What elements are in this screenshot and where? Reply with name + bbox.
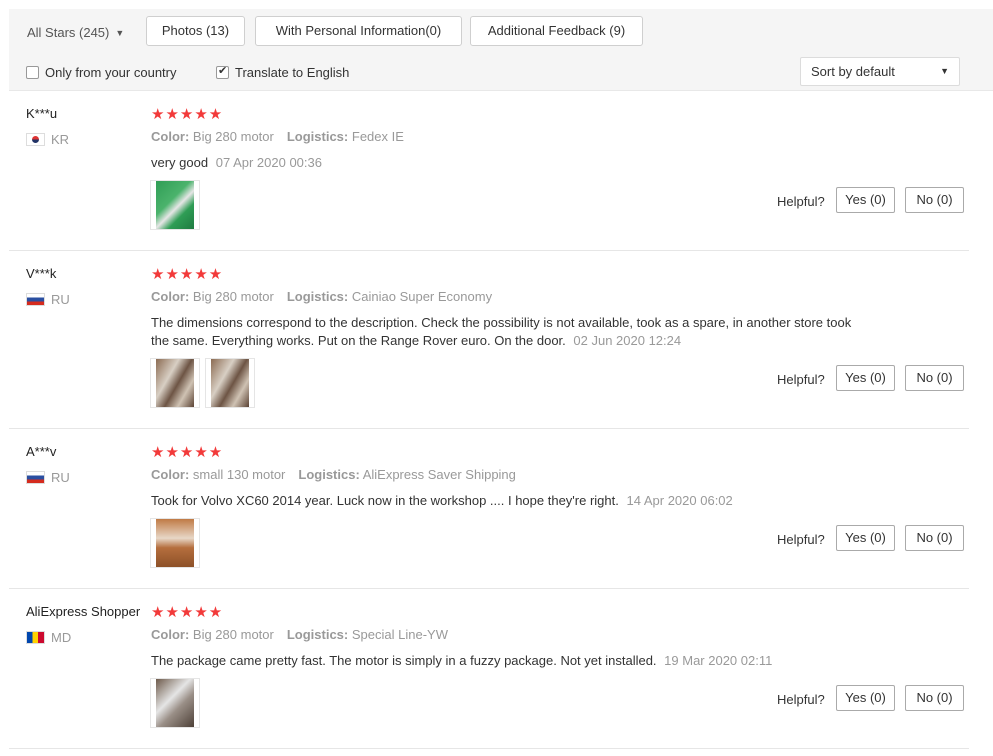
translate-label: Translate to English [235, 65, 350, 80]
country-code: KR [51, 132, 70, 147]
review-photo-thumbnail[interactable] [150, 518, 200, 568]
color-label: Color: [151, 467, 190, 482]
chevron-down-icon: ▼ [940, 66, 949, 76]
star-rating: ★★★★★ [151, 444, 224, 461]
country-code: RU [51, 292, 70, 307]
helpful-label: Helpful? [777, 692, 825, 707]
helpful-no-button[interactable]: No (0) [905, 685, 964, 711]
review-photo-thumbnail[interactable] [205, 358, 255, 408]
reviewer-name: A***v [26, 444, 57, 459]
review-photo-thumbnail[interactable] [150, 180, 200, 230]
reviewer-country: RU [26, 292, 70, 307]
chevron-down-icon: ▼ [115, 28, 125, 38]
options-row: Only from your country Translate to Engl… [9, 55, 993, 91]
review-body: very good [151, 155, 209, 170]
helpful-yes-button[interactable]: Yes (0) [836, 525, 895, 551]
star-rating: ★★★★★ [151, 106, 224, 123]
review-meta: Color: Big 280 motor Logistics: Special L… [151, 627, 448, 642]
reviewer-country: RU [26, 470, 70, 485]
review-meta: Color: small 130 motor Logistics: AliExpr… [151, 467, 516, 482]
review-meta: Color: Big 280 motor Logistics: Cainiao S… [151, 289, 492, 304]
review-item: K***u KR ★★★★★ Color: Big 280 motor Logis… [9, 91, 969, 251]
helpful-no-button[interactable]: No (0) [905, 187, 964, 213]
review-date: 07 Apr 2020 00:36 [215, 155, 322, 170]
logistics-label: Logistics: [286, 627, 349, 642]
flag-kr-icon [26, 133, 45, 146]
logistics-value: Fedex IE [351, 129, 404, 144]
helpful-label: Helpful? [777, 372, 825, 387]
helpful-no-button[interactable]: No (0) [905, 365, 964, 391]
review-text: Took for Volvo XC60 2014 year. Luck now … [151, 492, 871, 510]
all-stars-label: All Stars (245) [27, 25, 110, 40]
reviewer-name: V***k [26, 266, 57, 281]
checkbox-icon[interactable] [26, 66, 39, 79]
color-value: Big 280 motor [192, 129, 274, 144]
feedback-panel: All Stars (245) ▼ Photos (13) With Person… [9, 0, 993, 756]
review-date: 14 Apr 2020 06:02 [626, 493, 733, 508]
star-rating: ★★★★★ [151, 604, 224, 621]
country-code: MD [51, 630, 72, 645]
review-item: AliExpress Shopper MD ★★★★★ Color: Big 2… [9, 589, 969, 749]
checkbox-checked-icon[interactable] [216, 64, 229, 79]
logistics-label: Logistics: [298, 467, 360, 482]
reviewer-country: MD [26, 630, 71, 645]
reviewer-name: K***u [26, 106, 58, 121]
helpful-yes-button[interactable]: Yes (0) [836, 685, 895, 711]
color-label: Color: [151, 289, 190, 304]
review-date: 19 Mar 2020 02:11 [664, 653, 773, 668]
review-meta: Color: Big 280 motor Logistics: Fedex IE [151, 129, 404, 144]
review-photo-thumbnail[interactable] [150, 358, 200, 408]
only-country-label: Only from your country [45, 65, 177, 80]
country-code: RU [51, 470, 70, 485]
review-text: The package came pretty fast. The motor … [151, 652, 871, 670]
personal-info-filter-button[interactable]: With Personal Information(0) [255, 16, 462, 46]
logistics-value: Cainiao Super Economy [351, 289, 493, 304]
review-photo [156, 519, 194, 567]
review-text: The dimensions correspond to the descrip… [151, 314, 871, 350]
logistics-value: Special Line-YW [351, 627, 448, 642]
all-stars-dropdown[interactable]: All Stars (245) ▼ [27, 25, 124, 40]
translate-checkbox[interactable]: Translate to English [216, 64, 350, 80]
helpful-yes-button[interactable]: Yes (0) [836, 365, 895, 391]
filter-toolbar: All Stars (245) ▼ Photos (13) With Person… [9, 9, 993, 91]
logistics-label: Logistics: [286, 129, 349, 144]
additional-feedback-filter-button[interactable]: Additional Feedback (9) [470, 16, 643, 46]
review-photo [156, 181, 194, 229]
filter-row: All Stars (245) ▼ Photos (13) With Person… [9, 9, 993, 55]
helpful-no-button[interactable]: No (0) [905, 525, 964, 551]
review-date: 02 Jun 2020 12:24 [573, 333, 682, 348]
reviewer-country: KR [26, 132, 69, 147]
color-label: Color: [151, 627, 190, 642]
review-item: V***k RU ★★★★★ Color: Big 280 motor Logis… [9, 251, 969, 429]
review-photo [156, 359, 194, 407]
review-body: Took for Volvo XC60 2014 year. Luck now … [151, 493, 619, 508]
review-photo-thumbnail[interactable] [150, 678, 200, 728]
logistics-label: Logistics: [286, 289, 349, 304]
color-value: Big 280 motor [192, 289, 274, 304]
review-text: very good 07 Apr 2020 00:36 [151, 154, 871, 172]
review-photo [156, 679, 194, 727]
sort-dropdown[interactable]: Sort by default ▼ [800, 57, 960, 86]
review-body: The dimensions correspond to the descrip… [151, 315, 852, 348]
reviewer-name: AliExpress Shopper [26, 604, 141, 619]
color-label: Color: [151, 129, 190, 144]
helpful-yes-button[interactable]: Yes (0) [836, 187, 895, 213]
helpful-label: Helpful? [777, 532, 825, 547]
flag-ru-icon [26, 471, 45, 484]
review-item: A***v RU ★★★★★ Color: small 130 motor Log… [9, 429, 969, 589]
photos-filter-button[interactable]: Photos (13) [146, 16, 245, 46]
review-photo [211, 359, 249, 407]
helpful-label: Helpful? [777, 194, 825, 209]
review-body: The package came pretty fast. The motor … [151, 653, 657, 668]
logistics-value: AliExpress Saver Shipping [362, 467, 516, 482]
flag-md-icon [26, 631, 45, 644]
only-country-checkbox[interactable]: Only from your country [26, 65, 177, 80]
sort-label: Sort by default [811, 64, 895, 79]
color-value: small 130 motor [192, 467, 286, 482]
star-rating: ★★★★★ [151, 266, 224, 283]
flag-ru-icon [26, 293, 45, 306]
color-value: Big 280 motor [192, 627, 274, 642]
